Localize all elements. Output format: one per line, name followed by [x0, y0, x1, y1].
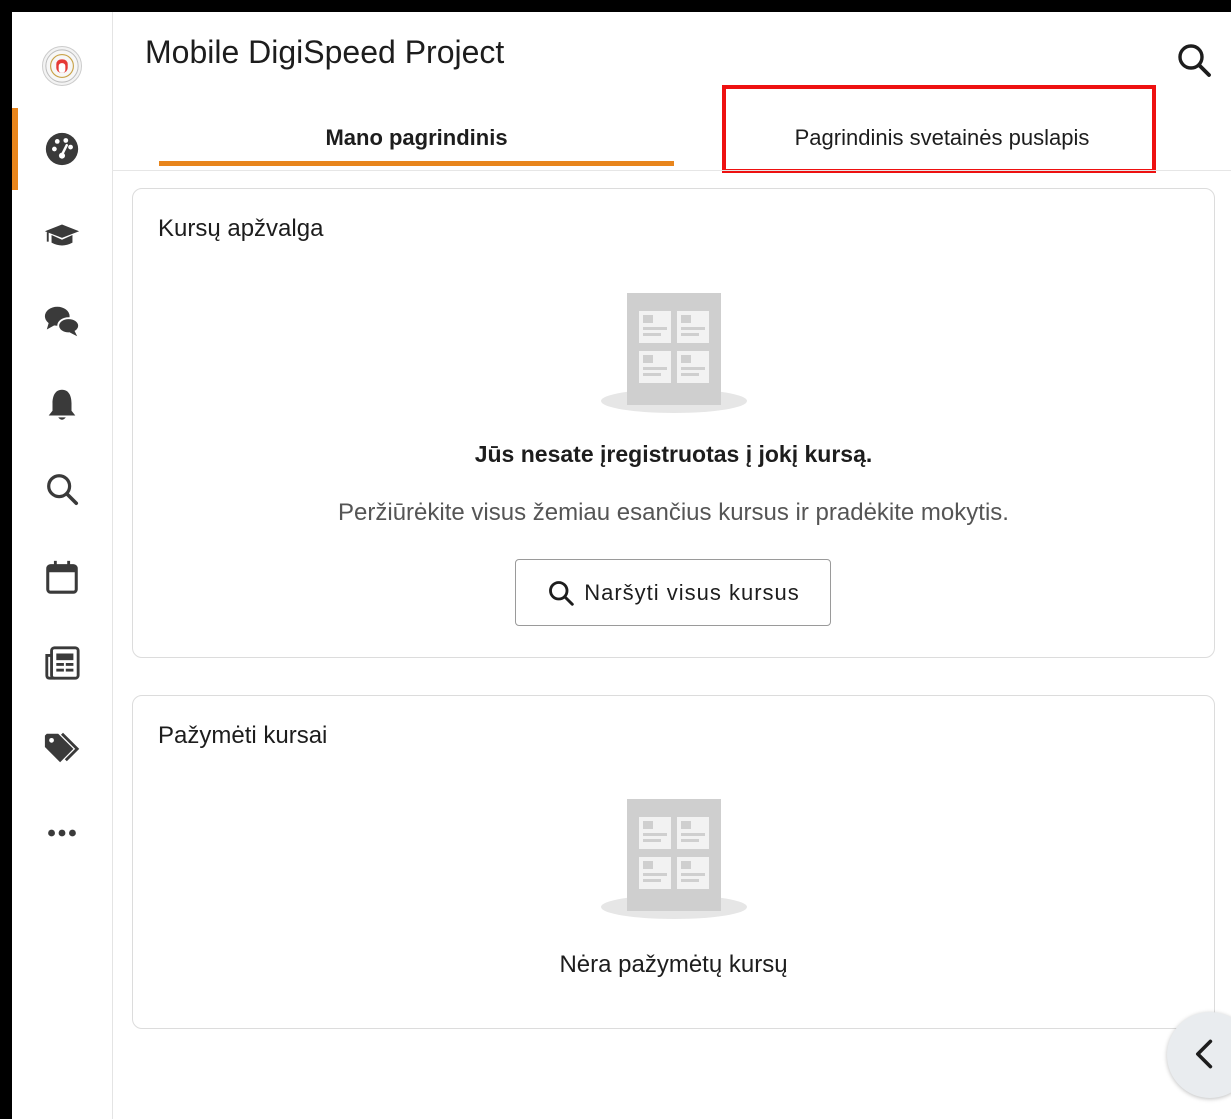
course-overview-card: Kursų apžvalga Jūs nesate įregistruotas … [132, 188, 1215, 658]
sidebar-item-dashboard[interactable] [12, 108, 112, 190]
browse-all-courses-button[interactable]: Naršyti visus kursus [515, 559, 831, 626]
sidebar-item-news[interactable] [12, 622, 112, 704]
course-overview-title: Kursų apžvalga [158, 215, 324, 242]
sidebar-item-messages[interactable] [12, 280, 112, 362]
tab-my-home[interactable]: Mano pagrindinis [159, 108, 674, 168]
tab-site-home[interactable]: Pagrindinis svetainės puslapis [724, 108, 1160, 168]
sidebar-item-notifications[interactable] [12, 364, 112, 446]
active-tab-indicator [159, 161, 674, 166]
screenshot-frame: Mobile DigiSpeed Project Mano pagrindini… [0, 0, 1231, 1119]
newspaper-icon [45, 646, 80, 680]
sidebar-item-tags[interactable] [12, 706, 112, 788]
messages-icon [44, 306, 81, 337]
header-search-button[interactable] [1174, 40, 1214, 80]
empty-starred-description: Nėra pažymėtų kursų [559, 951, 788, 978]
graduation-cap-icon [44, 224, 80, 246]
page-title: Mobile DigiSpeed Project [145, 34, 505, 70]
empty-starred-illustration-icon [601, 799, 747, 919]
empty-courses-title: Jūs nesate įregistruotas į jokį kursą. [474, 441, 873, 467]
more-icon [48, 829, 76, 837]
sidebar-item-search[interactable] [12, 448, 112, 530]
sidebar [12, 12, 113, 1119]
chevron-left-icon [1196, 1039, 1213, 1069]
app-window: Mobile DigiSpeed Project Mano pagrindini… [12, 12, 1231, 1119]
search-icon [47, 474, 79, 506]
starred-courses-card: Pažymėti kursai Nėra pažymėtų kursų [132, 695, 1215, 1029]
browse-all-courses-label: Naršyti visus kursus [584, 579, 800, 605]
site-logo[interactable] [42, 46, 82, 86]
dashboard-icon [45, 132, 79, 166]
sidebar-item-courses[interactable] [12, 194, 112, 276]
sidebar-item-more[interactable] [12, 792, 112, 874]
bell-icon [48, 389, 76, 420]
starred-courses-title: Pažymėti kursai [158, 722, 328, 749]
tags-icon [44, 732, 80, 763]
calendar-icon [46, 560, 78, 594]
empty-courses-description: Peržiūrėkite visus žemiau esančius kursu… [338, 499, 1009, 526]
empty-courses-illustration-icon [601, 293, 747, 413]
search-icon [1178, 44, 1211, 77]
search-icon [549, 580, 574, 606]
tabs-divider [112, 170, 1231, 171]
sidebar-item-calendar[interactable] [12, 536, 112, 618]
